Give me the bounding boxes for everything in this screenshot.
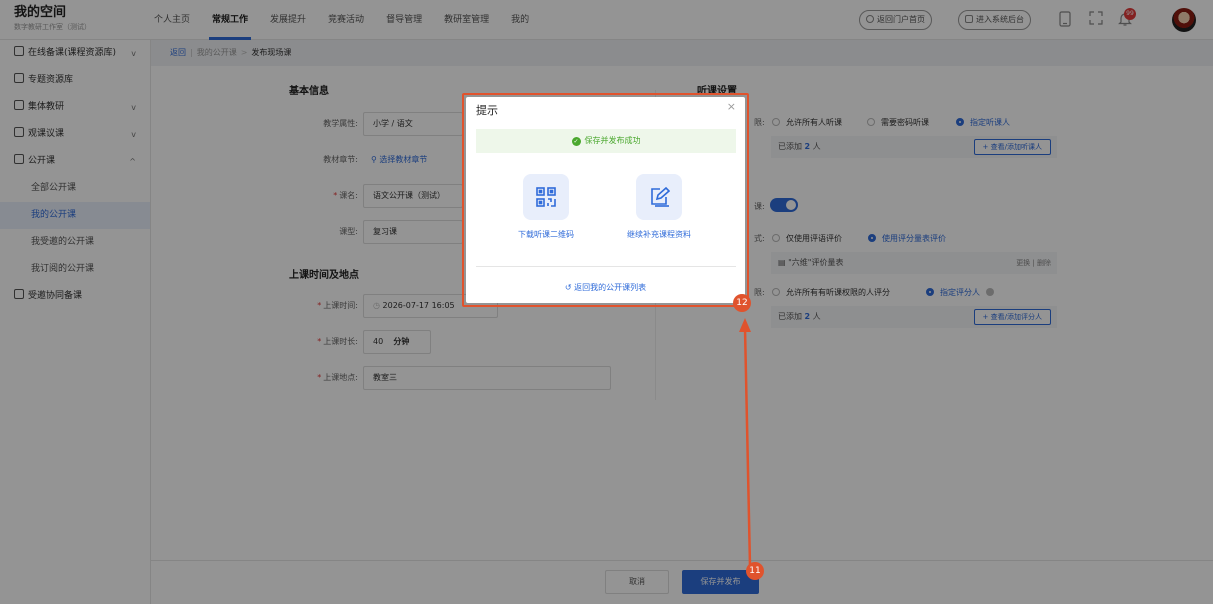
step-marker-12: 12 bbox=[733, 294, 751, 312]
annotation-arrow bbox=[739, 318, 752, 567]
step-marker-11: 11 bbox=[746, 562, 764, 580]
